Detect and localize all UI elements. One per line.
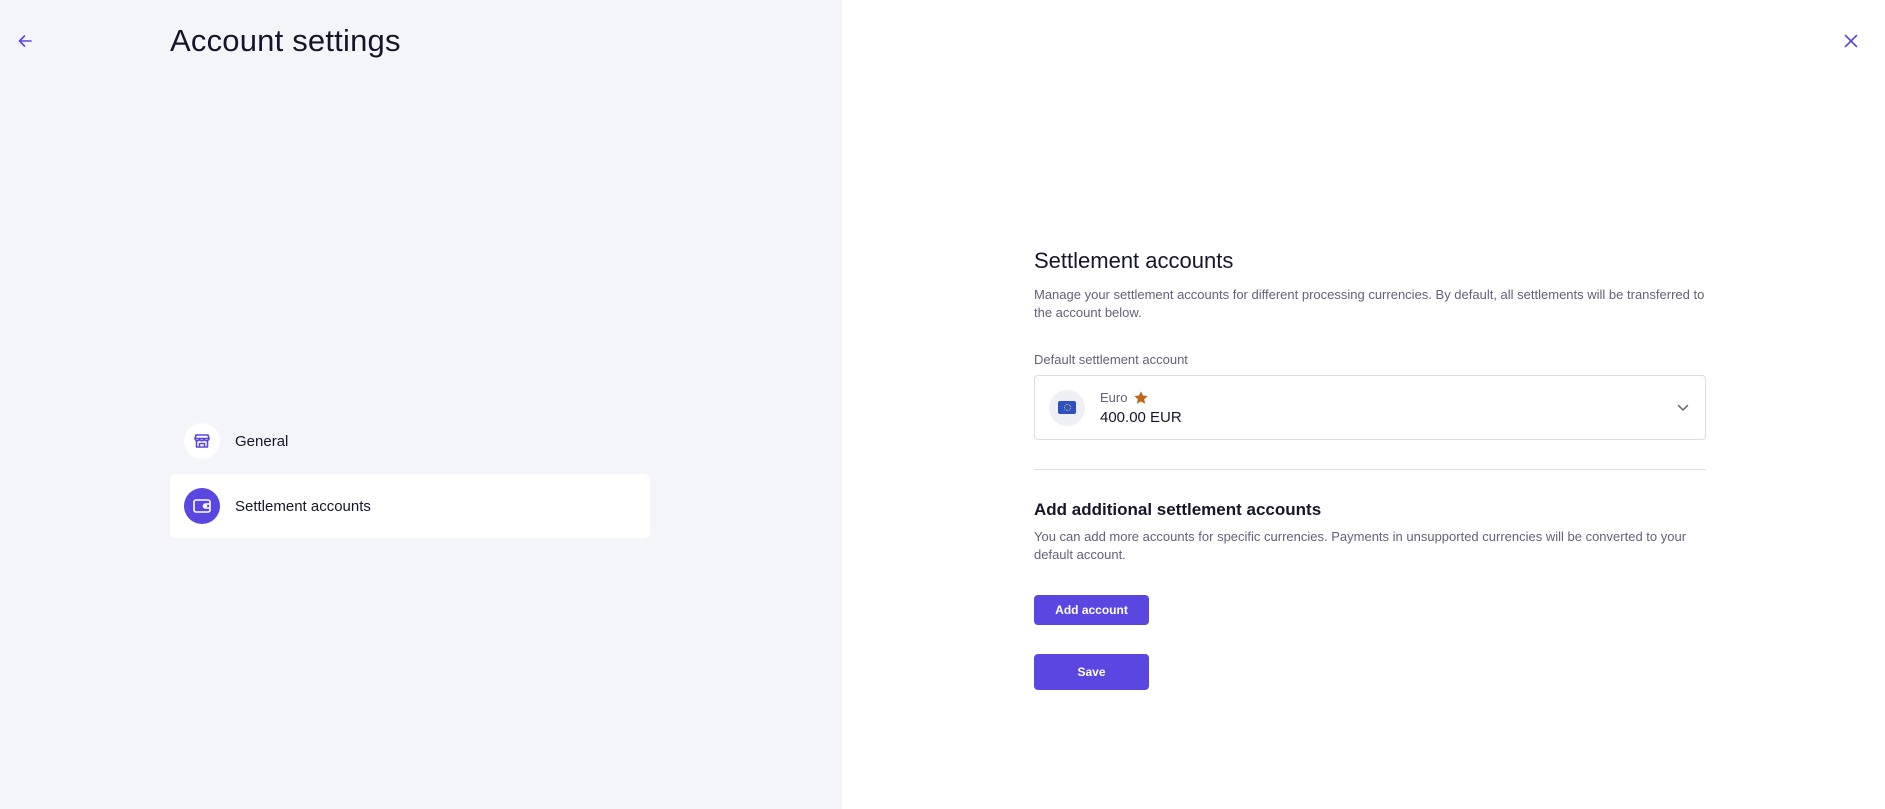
eu-flag-icon	[1049, 389, 1085, 426]
sidebar-item-label: General	[235, 432, 289, 450]
wallet-icon	[184, 488, 220, 524]
additional-accounts-title: Add additional settlement accounts	[1034, 500, 1322, 519]
section-title: Settlement accounts	[1034, 248, 1234, 273]
settings-nav-panel: Account settings General Settlement acco…	[0, 0, 842, 809]
settlement-accounts-section: Settlement accounts Manage your settleme…	[1034, 248, 1706, 690]
page-title: Account settings	[170, 23, 401, 58]
add-account-button[interactable]: Add account	[1034, 595, 1149, 625]
chevron-down-icon	[1677, 404, 1689, 412]
save-button[interactable]: Save	[1034, 654, 1149, 690]
back-button[interactable]	[14, 30, 36, 52]
sidebar-nav: General Settlement accounts	[170, 409, 650, 539]
arrow-left-icon	[17, 33, 33, 49]
default-account-label: Default settlement account	[1034, 352, 1188, 367]
account-currency-name: Euro	[1100, 390, 1128, 405]
close-icon	[1844, 34, 1858, 48]
sidebar-item-settlement-accounts[interactable]: Settlement accounts	[170, 474, 650, 538]
store-icon	[184, 423, 220, 459]
section-description: Manage your settlement accounts for diff…	[1034, 287, 1705, 320]
account-amount: 400.00 EUR	[1100, 408, 1182, 426]
default-account-select[interactable]: Euro 400.00 EUR	[1034, 375, 1706, 440]
account-summary: Euro 400.00 EUR	[1100, 390, 1182, 426]
sidebar-item-general[interactable]: General	[170, 409, 650, 473]
close-button[interactable]	[1840, 30, 1862, 52]
divider	[1034, 469, 1706, 470]
additional-accounts-description: You can add more accounts for specific c…	[1034, 529, 1687, 562]
star-icon	[1133, 390, 1149, 406]
sidebar-item-label: Settlement accounts	[235, 497, 371, 515]
